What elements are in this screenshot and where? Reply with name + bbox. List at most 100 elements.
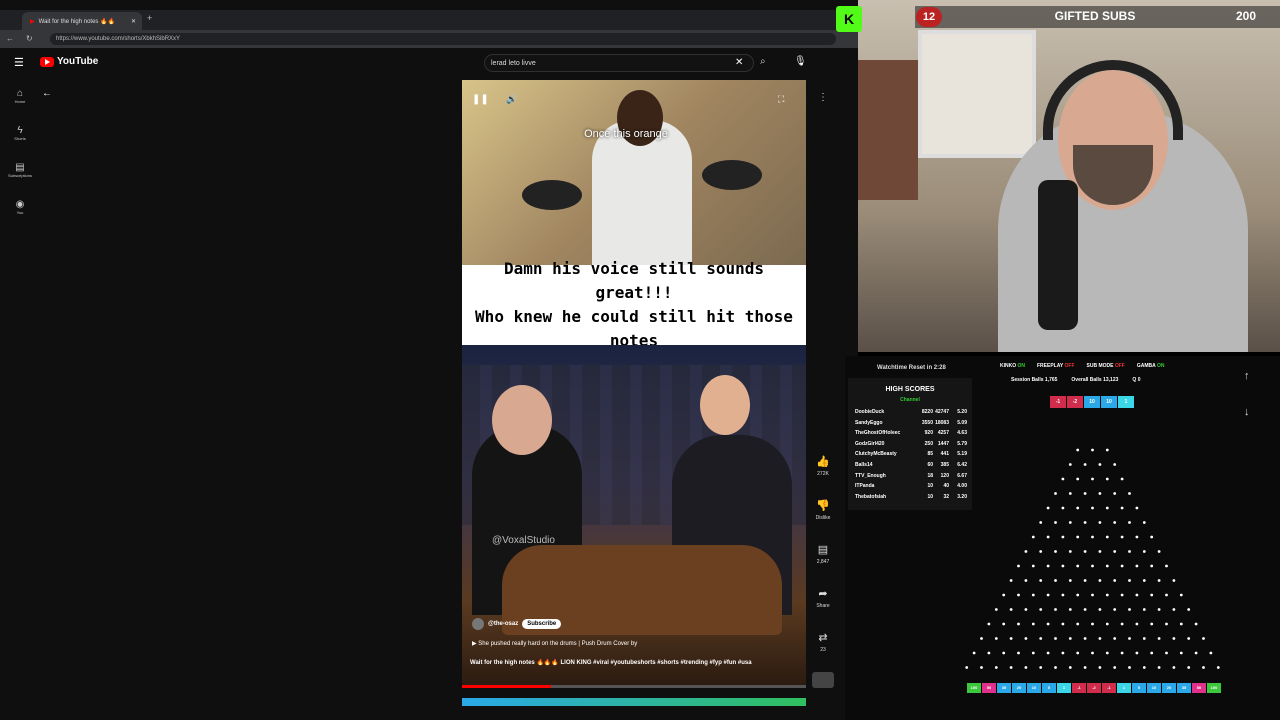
plinko-peg <box>1128 579 1131 582</box>
plinko-peg <box>1113 666 1117 669</box>
high-score-value: 18083 <box>935 419 949 426</box>
sidebar-item-home[interactable]: ⌂ Home <box>6 88 34 104</box>
video-title[interactable]: Wait for the high notes 🔥🔥🔥 LION KING #v… <box>470 658 770 668</box>
plinko-peg <box>1076 477 1080 481</box>
high-score-value: 5.09 <box>957 419 967 426</box>
result-chip: -1 <box>1050 396 1066 408</box>
fullscreen-icon[interactable]: ⛶ <box>778 94 784 105</box>
high-score-row: ITPanda 10 40 4.00 <box>855 483 970 489</box>
menu-icon[interactable]: ☰ <box>14 56 24 69</box>
sound-link[interactable]: ▶ She pushed really hard on the drums | … <box>472 640 637 647</box>
microphone <box>1038 180 1078 330</box>
browser-tab[interactable]: ▶ Wait for the high notes 🔥🔥 ✕ <box>22 12 142 30</box>
plinko-peg <box>1105 622 1109 626</box>
pause-icon[interactable]: ❚❚ <box>472 94 489 105</box>
plinko-peg <box>1091 593 1094 597</box>
new-tab-icon[interactable]: + <box>147 13 152 23</box>
comments-button[interactable]: ▤ 2,847 <box>810 543 836 565</box>
plinko-peg <box>1135 651 1139 655</box>
youtube-logo-text: YouTube <box>57 56 99 67</box>
back-arrow-icon[interactable]: ← <box>42 88 52 99</box>
youtube-logo[interactable]: YouTube <box>40 56 98 67</box>
plinko-bucket: -2 <box>1087 683 1101 693</box>
plinko-peg <box>1091 477 1094 481</box>
plinko-peg <box>1017 564 1020 568</box>
sidebar-item-you[interactable]: ◉ You <box>6 199 34 215</box>
plinko-peg <box>980 666 983 669</box>
microphone-icon[interactable]: 🎙 <box>794 56 807 67</box>
video-bottom-frame: @VoxalStudio <box>462 345 806 688</box>
next-short-preview[interactable] <box>462 698 806 706</box>
volume-icon[interactable]: 🔊 <box>506 94 517 105</box>
sidebar-item-shorts[interactable]: ϟ Shorts <box>6 125 34 141</box>
high-score-name: GodzGirl420 <box>855 440 885 447</box>
high-score-name: ClutchyMcBeasty <box>855 451 897 458</box>
plinko-peg <box>1061 651 1065 655</box>
plinko-peg <box>1076 622 1080 626</box>
kick-logo-icon: K <box>836 6 862 32</box>
high-score-value: 120 <box>940 472 949 479</box>
overlay-line-1: Damn his voice still sounds great!!! <box>503 259 765 302</box>
subscriptions-icon: ▤ <box>15 162 25 173</box>
channel-avatar[interactable] <box>472 618 484 630</box>
close-tab-icon[interactable]: ✕ <box>131 18 136 25</box>
plinko-peg <box>1054 492 1057 495</box>
high-score-value: 18 <box>927 472 933 479</box>
reload-icon[interactable]: ↻ <box>26 34 33 43</box>
plinko-peg <box>1083 550 1087 553</box>
plinko-peg <box>1068 550 1072 553</box>
dislike-button[interactable]: 👎 Dislike <box>810 499 836 521</box>
plinko-peg <box>1083 521 1087 524</box>
plinko-peg <box>1128 521 1131 524</box>
high-score-value: 32 <box>943 493 949 500</box>
plinko-peg <box>1002 622 1006 626</box>
plinko-peg <box>1194 651 1198 655</box>
plinko-bucket: 1 <box>1117 683 1131 693</box>
plinko-peg <box>1179 622 1183 626</box>
plinko-bucket: 20 <box>1162 683 1176 693</box>
plinko-peg <box>1091 564 1094 568</box>
more-options-icon[interactable]: ⋮ <box>818 92 828 103</box>
clear-search-icon[interactable]: ✕ <box>735 57 743 68</box>
plinko-peg <box>1024 666 1028 669</box>
channel-row: @the-osaz Subscribe <box>472 618 562 630</box>
high-score-value: 4.63 <box>957 430 967 437</box>
comment-count: 2,847 <box>816 559 830 565</box>
channel-name[interactable]: @the-osaz <box>488 621 518 627</box>
share-button[interactable]: ➦ Share <box>810 587 836 609</box>
share-icon: ➦ <box>818 588 828 600</box>
plinko-peg <box>1076 448 1080 452</box>
search-icon[interactable]: ⌕ <box>760 56 766 67</box>
plinko-peg <box>1031 651 1035 655</box>
plinko-peg <box>994 608 998 611</box>
session-balls: Session Balls 1,765 <box>1011 377 1058 383</box>
high-score-name: DoobieDuck <box>855 409 885 415</box>
sidebar-item-subscriptions[interactable]: ▤ Subscriptions <box>6 162 34 178</box>
like-count: 272K <box>817 471 829 477</box>
plinko-peg <box>1128 550 1131 553</box>
high-score-value: 60 <box>927 462 933 468</box>
plinko-peg <box>1202 666 1205 669</box>
plinko-peg <box>1165 593 1168 597</box>
plinko-peg <box>1068 637 1072 640</box>
search-input[interactable]: lerad leto livve <box>484 54 754 72</box>
plinko-peg <box>1091 535 1094 539</box>
back-icon[interactable]: ← <box>6 34 14 43</box>
plinko-peg <box>1061 477 1065 481</box>
plinko-peg <box>1076 506 1080 510</box>
plinko-peg <box>1098 492 1102 495</box>
plinko-peg <box>1031 564 1035 568</box>
plinko-peg <box>1113 521 1117 524</box>
sound-thumbnail[interactable] <box>812 672 834 688</box>
subscribe-button[interactable]: Subscribe <box>522 619 562 629</box>
like-button[interactable]: 👍 272K <box>810 455 836 477</box>
plinko-peg <box>1120 506 1124 510</box>
url-field[interactable]: https://www.youtube.com/shorts/XbkhSibRX… <box>50 33 836 45</box>
plinko-peg <box>1157 608 1161 611</box>
plinko-peg <box>1105 593 1109 597</box>
plinko-peg <box>1172 579 1176 582</box>
high-score-row: DoobieDuck 8220 42747 5.20 <box>855 409 970 415</box>
plinko-peg <box>1061 506 1065 510</box>
remix-button[interactable]: ⇄ 23 <box>810 631 836 653</box>
short-video-player[interactable]: Once this orange ❚❚ 🔊 ⛶ Damn his voice s… <box>462 80 806 688</box>
